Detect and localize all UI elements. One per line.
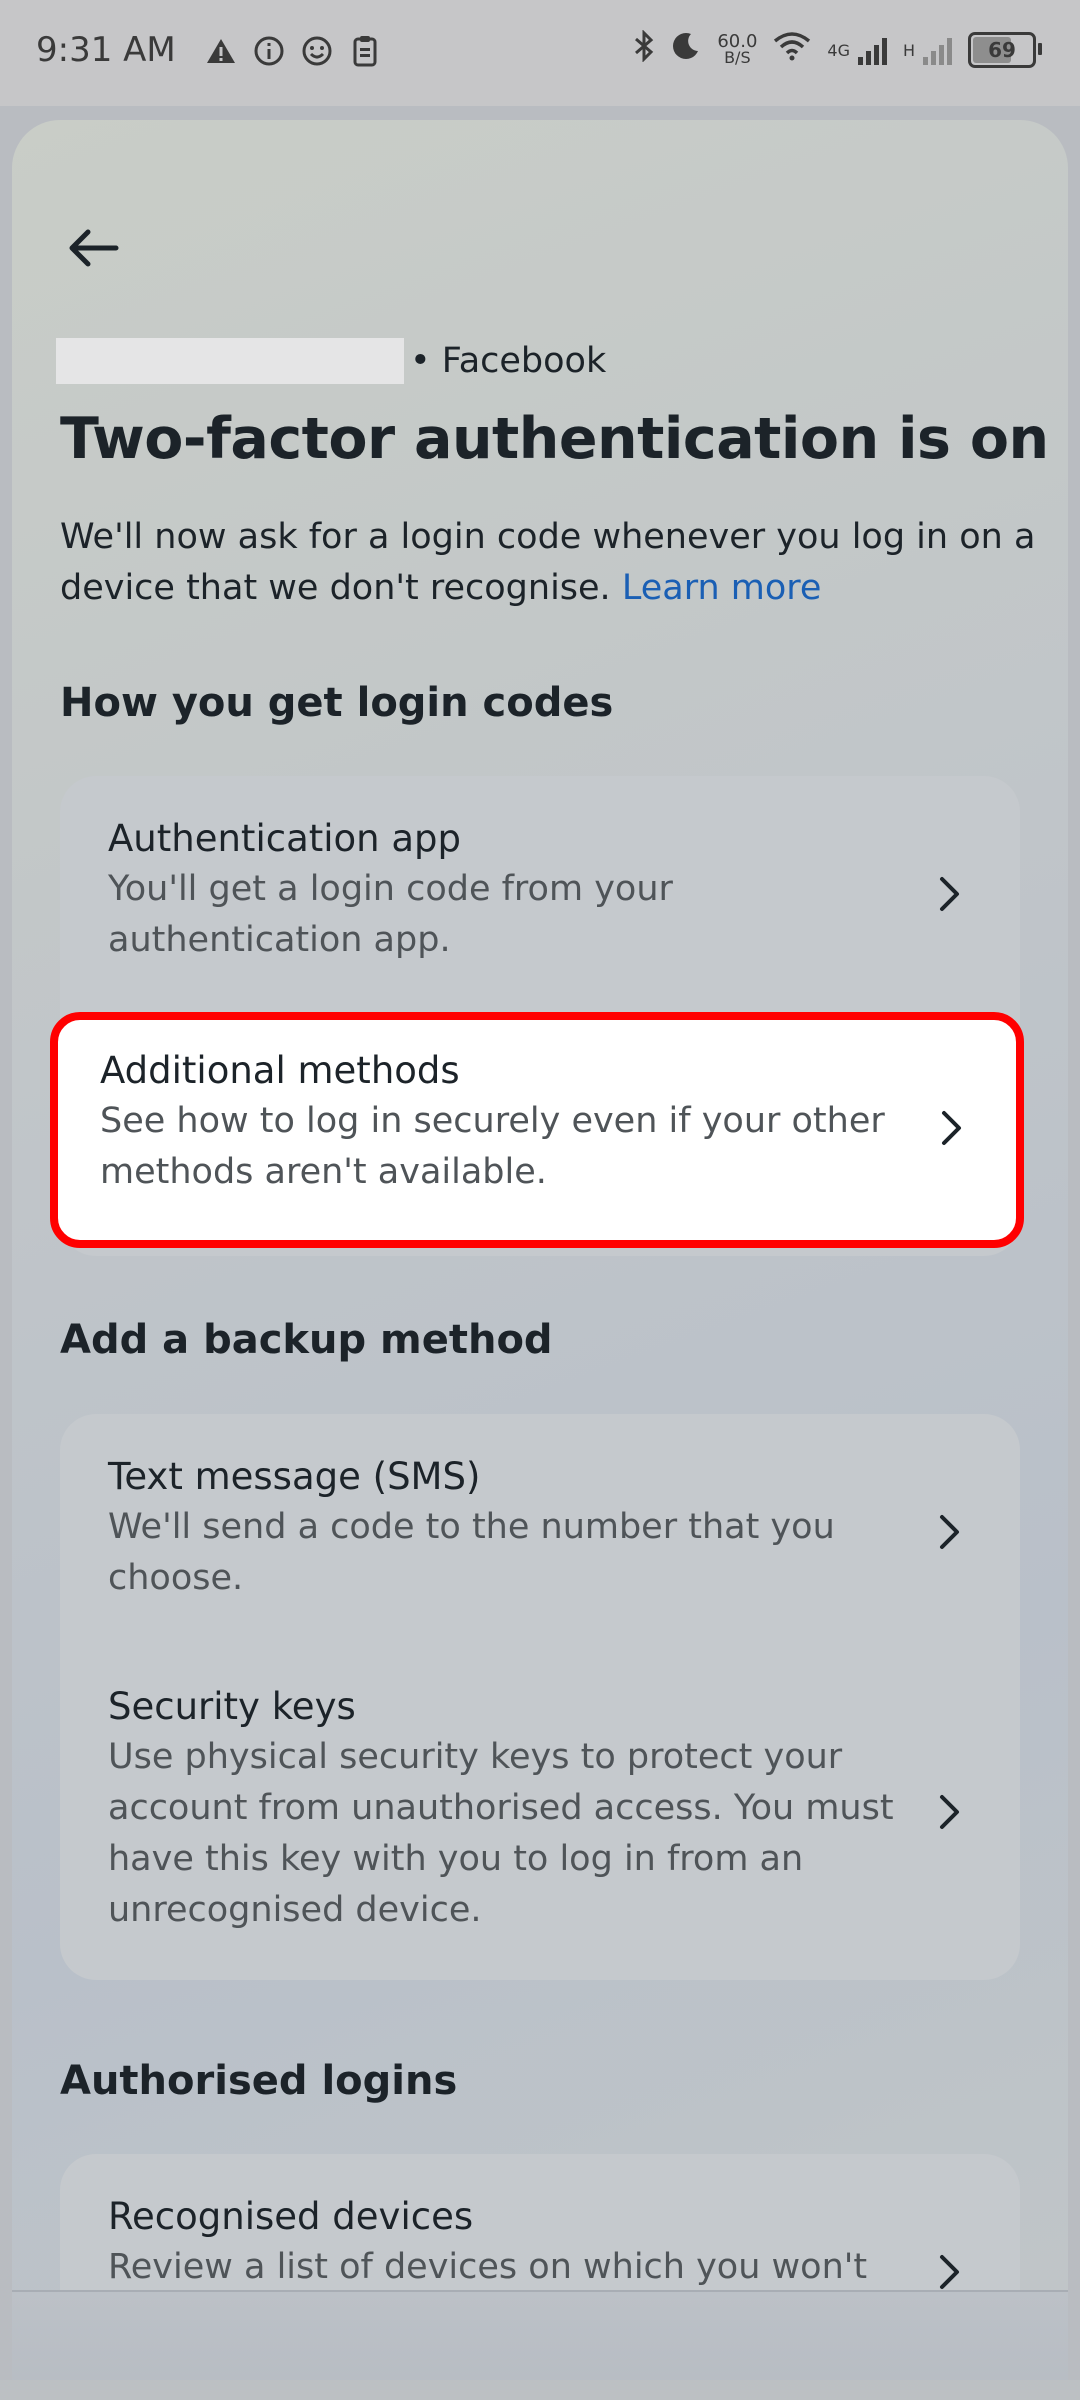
security-keys-item[interactable]: Security keys Use physical security keys… [60,1644,1020,1980]
background-peek [0,2380,1080,2400]
backup-card: Text message (SMS) We'll send a code to … [60,1414,1020,1980]
net-speed-unit: B/S [724,48,751,67]
notification-icons [204,34,382,68]
item-title: Recognised devices [108,2195,474,2238]
smiley-icon [300,34,334,68]
battery-level: 69 [988,38,1016,62]
wifi-icon [773,31,811,69]
bluetooth-icon [633,29,655,70]
chevron-right-icon [930,1512,970,1552]
item-subtitle: You'll get a login code from your authen… [108,869,673,960]
additional-methods-item[interactable]: Additional methods See how to log in sec… [50,1012,1024,1248]
network-4g-label: 4G [827,40,850,60]
login-codes-heading: How you get login codes [60,680,614,726]
system-icons: 60.0 B/S 4G H 69 [633,29,1042,70]
description-text: We'll now ask for a login code whenever … [60,517,1036,608]
signal-weak-icon [923,35,952,65]
clipboard-icon [348,34,382,68]
item-title: Additional methods [100,1049,460,1092]
authentication-app-item[interactable]: Authentication app You'll get a login co… [60,776,1020,996]
learn-more-link[interactable]: Learn more [622,568,822,608]
item-title: Text message (SMS) [108,1455,481,1498]
page-title: Two-factor authentication is on [60,406,1049,472]
backup-heading: Add a backup method [60,1317,553,1363]
status-time: 9:31 AM [36,30,176,70]
authorised-logins-heading: Authorised logins [60,2058,458,2104]
chevron-right-icon [932,1108,972,1148]
page-description: We'll now ask for a login code whenever … [60,512,1040,614]
signal-icon [857,35,887,65]
account-source: • Facebook [410,341,607,381]
moon-icon [671,31,701,69]
item-subtitle: Review a list of devices on which you wo… [108,2247,868,2287]
network-h-label: H [902,40,915,60]
item-subtitle: We'll send a code to the number that you… [108,1507,835,1598]
network-speed: 60.0 B/S [717,33,757,67]
warning-icon [204,34,238,68]
text-message-item[interactable]: Text message (SMS) We'll send a code to … [60,1414,1020,1644]
item-subtitle: See how to log in securely even if your … [100,1101,885,1192]
item-title: Security keys [108,1685,356,1728]
account-line: • Facebook [56,338,606,384]
info-icon [252,34,286,68]
item-subtitle: Use physical security keys to protect yo… [108,1737,894,1930]
status-bar: 9:31 AM 60.0 B/S 4G H 69 [0,0,1080,106]
chevron-right-icon [930,874,970,914]
back-button[interactable] [62,218,122,278]
arrow-left-icon [69,229,119,267]
battery-icon: 69 [968,32,1042,68]
item-title: Authentication app [108,817,462,860]
chevron-right-icon [930,1792,970,1832]
redacted-account-name [56,338,404,384]
chevron-right-icon [930,2252,970,2292]
two-factor-sheet: • Facebook Two-factor authentication is … [12,120,1068,2400]
